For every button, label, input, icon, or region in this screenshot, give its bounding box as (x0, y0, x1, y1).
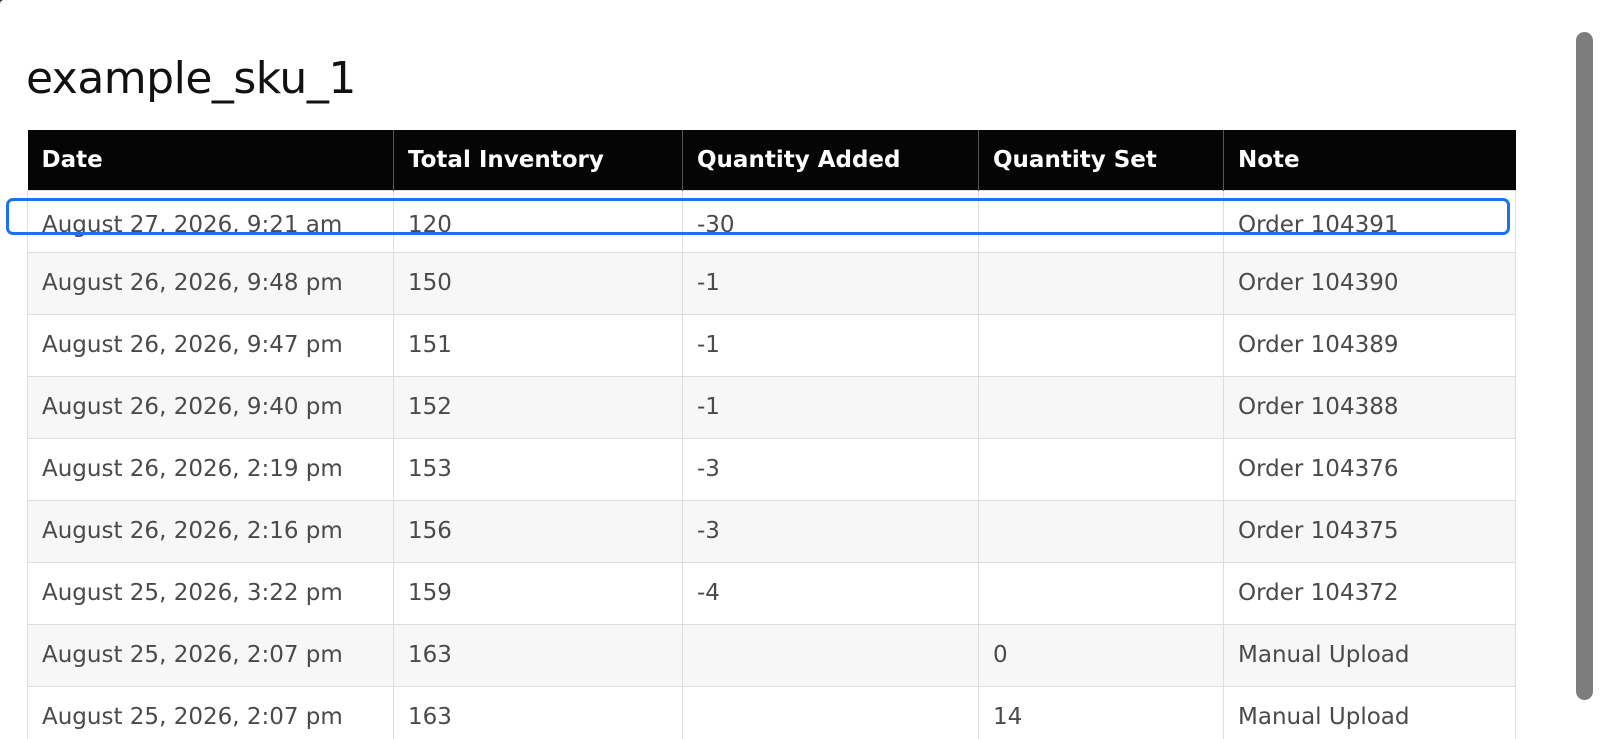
cell-total-inventory: 163 (393, 623, 683, 687)
cell-quantity-set (978, 499, 1224, 563)
cell-quantity-added: -3 (682, 499, 979, 563)
table-row[interactable]: August 26, 2026, 9:47 pm 151 -1 Order 10… (27, 313, 1516, 377)
cell-total-inventory: 159 (393, 561, 683, 625)
table-row[interactable]: August 26, 2026, 9:48 pm 150 -1 Order 10… (27, 251, 1516, 315)
cell-note: Manual Upload (1223, 685, 1516, 739)
cell-total-inventory: 156 (393, 499, 683, 563)
cell-total-inventory: 120 (393, 189, 683, 253)
column-header-quantity-set[interactable]: Quantity Set (978, 130, 1224, 190)
cell-note: Order 104376 (1223, 437, 1516, 501)
column-header-note[interactable]: Note (1223, 130, 1516, 190)
cell-date: August 25, 2026, 2:07 pm (27, 685, 394, 739)
cell-total-inventory: 163 (393, 685, 683, 739)
cell-total-inventory: 152 (393, 375, 683, 439)
cell-total-inventory: 153 (393, 437, 683, 501)
cell-quantity-added: -1 (682, 313, 979, 377)
cell-note: Order 104390 (1223, 251, 1516, 315)
cell-quantity-added (682, 623, 979, 687)
page-title: example_sku_1 (26, 53, 356, 104)
column-header-quantity-added[interactable]: Quantity Added (682, 130, 979, 190)
cell-date: August 26, 2026, 9:40 pm (27, 375, 394, 439)
cell-quantity-added: -1 (682, 251, 979, 315)
cell-note: Manual Upload (1223, 623, 1516, 687)
cell-quantity-set (978, 375, 1224, 439)
cell-note: Order 104388 (1223, 375, 1516, 439)
cell-date: August 26, 2026, 9:47 pm (27, 313, 394, 377)
cell-note: Order 104372 (1223, 561, 1516, 625)
cell-quantity-added (682, 685, 979, 739)
cell-note: Order 104389 (1223, 313, 1516, 377)
column-header-total-inventory[interactable]: Total Inventory (393, 130, 683, 190)
cell-note: Order 104391 (1223, 189, 1516, 253)
inventory-history-table: Date Total Inventory Quantity Added Quan… (27, 130, 1516, 739)
cell-date: August 26, 2026, 2:16 pm (27, 499, 394, 563)
cell-date: August 26, 2026, 2:19 pm (27, 437, 394, 501)
cell-quantity-added: -30 (682, 189, 979, 253)
cell-quantity-set (978, 313, 1224, 377)
table-header-row: Date Total Inventory Quantity Added Quan… (27, 130, 1516, 190)
cell-quantity-added: -1 (682, 375, 979, 439)
cell-quantity-added: -4 (682, 561, 979, 625)
table-row[interactable]: August 26, 2026, 9:40 pm 152 -1 Order 10… (27, 375, 1516, 439)
table-row[interactable]: August 25, 2026, 3:22 pm 159 -4 Order 10… (27, 561, 1516, 625)
table-row[interactable]: August 26, 2026, 2:16 pm 156 -3 Order 10… (27, 499, 1516, 563)
inventory-history-modal: example_sku_1 Date Total Inventory Quant… (0, 0, 1600, 739)
cell-quantity-set (978, 189, 1224, 253)
cell-quantity-set: 14 (978, 685, 1224, 739)
table-row[interactable]: August 26, 2026, 2:19 pm 153 -3 Order 10… (27, 437, 1516, 501)
column-header-date[interactable]: Date (27, 130, 394, 190)
cell-total-inventory: 151 (393, 313, 683, 377)
scrollbar[interactable] (1568, 0, 1600, 739)
cell-quantity-set (978, 561, 1224, 625)
cell-date: August 27, 2026, 9:21 am (27, 189, 394, 253)
cell-date: August 26, 2026, 9:48 pm (27, 251, 394, 315)
table-row[interactable]: August 25, 2026, 2:07 pm 163 0 Manual Up… (27, 623, 1516, 687)
cell-note: Order 104375 (1223, 499, 1516, 563)
scrollbar-thumb[interactable] (1576, 32, 1593, 700)
cell-quantity-set (978, 251, 1224, 315)
cell-date: August 25, 2026, 3:22 pm (27, 561, 394, 625)
cell-quantity-added: -3 (682, 437, 979, 501)
cell-total-inventory: 150 (393, 251, 683, 315)
cell-date: August 25, 2026, 2:07 pm (27, 623, 394, 687)
table-row[interactable]: August 27, 2026, 9:21 am 120 -30 Order 1… (27, 189, 1516, 253)
cell-quantity-set (978, 437, 1224, 501)
table-row[interactable]: August 25, 2026, 2:07 pm 163 14 Manual U… (27, 685, 1516, 739)
cell-quantity-set: 0 (978, 623, 1224, 687)
